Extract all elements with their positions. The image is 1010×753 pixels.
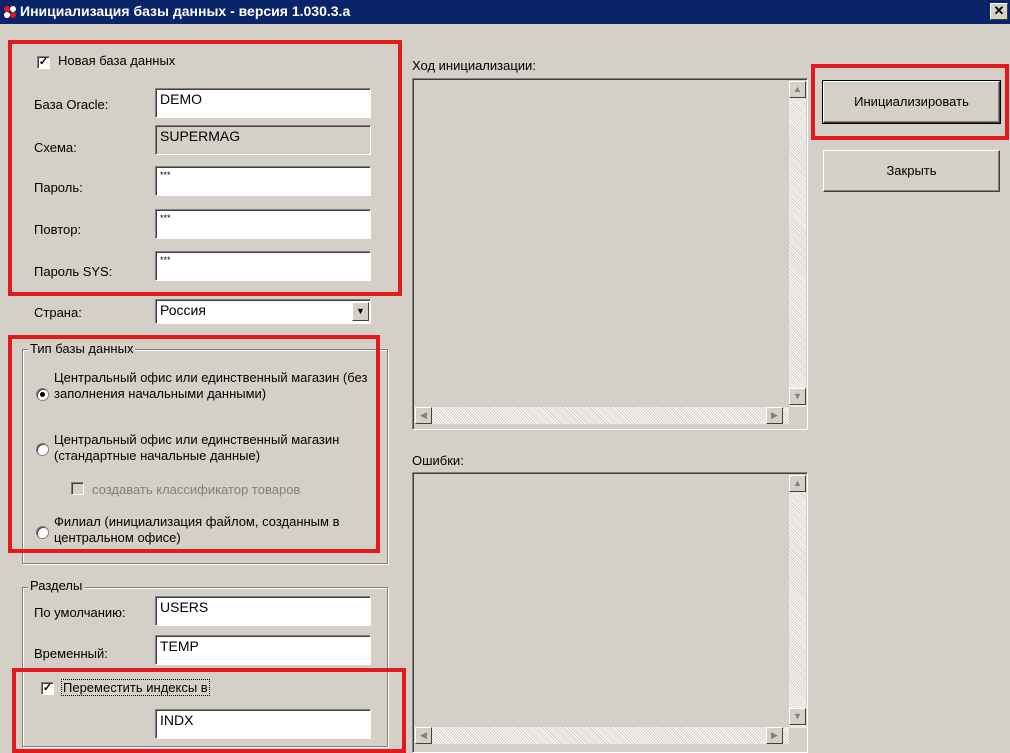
scroll-left-icon[interactable]: ◀ (415, 727, 432, 744)
errors-label: Ошибки: (412, 453, 464, 468)
chevron-down-icon[interactable]: ▼ (352, 302, 369, 321)
sys-password-input[interactable]: *** (155, 251, 371, 281)
window-title: Инициализация базы данных - версия 1.030… (20, 3, 351, 19)
scroll-right-icon[interactable]: ▶ (766, 407, 783, 424)
repeat-label: Повтор: (34, 222, 82, 237)
oracle-label: База Oracle: (34, 97, 109, 112)
oracle-input[interactable]: DEMO (155, 88, 371, 118)
scroll-down-icon[interactable]: ▼ (789, 708, 806, 725)
schema-input: SUPERMAG (155, 125, 371, 155)
close-button[interactable]: Закрыть (823, 150, 1000, 192)
progress-vscrollbar[interactable] (789, 81, 806, 407)
scroll-right-icon[interactable]: ▶ (766, 727, 783, 744)
scroll-up-icon[interactable]: ▲ (789, 475, 806, 492)
country-select[interactable]: Россия (155, 299, 371, 324)
radio-option-3[interactable] (36, 526, 49, 539)
progress-label: Ход инициализации: (412, 58, 536, 73)
scroll-down-icon[interactable]: ▼ (789, 388, 806, 405)
option-3-label: Филиал (инициализация файлом, созданным … (54, 514, 340, 545)
temp-label: Временный: (34, 646, 108, 661)
password-label: Пароль: (34, 180, 83, 195)
scroll-up-icon[interactable]: ▲ (789, 81, 806, 98)
default-input[interactable]: USERS (155, 596, 371, 626)
initialize-button[interactable]: Инициализировать (822, 80, 1001, 124)
option-2-label: Центральный офис или единственный магази… (54, 432, 340, 463)
indexes-input[interactable]: INDX (155, 709, 371, 739)
close-icon[interactable]: ✕ (990, 3, 1008, 20)
sections-group-title: Разделы (28, 578, 85, 593)
password-input[interactable]: *** (155, 166, 371, 196)
scroll-corner (789, 407, 806, 424)
option-1-label: Центральный офис или единственный магази… (54, 370, 368, 401)
classifier-label: создавать классификатор товаров (92, 482, 301, 497)
temp-input[interactable]: TEMP (155, 635, 371, 665)
errors-hscrollbar[interactable] (415, 727, 789, 744)
new-db-label: Новая база данных (58, 53, 176, 68)
app-icon (4, 6, 16, 18)
new-db-checkbox[interactable]: ✓ (37, 56, 50, 69)
country-label: Страна: (34, 305, 82, 320)
progress-log (412, 78, 808, 430)
move-indexes-label: Переместить индексы в (61, 679, 210, 696)
errors-log (412, 472, 808, 753)
scroll-left-icon[interactable]: ◀ (415, 407, 432, 424)
schema-label: Схема: (34, 140, 77, 155)
progress-hscrollbar[interactable] (415, 407, 789, 424)
repeat-input[interactable]: *** (155, 209, 371, 239)
default-label: По умолчанию: (34, 605, 126, 620)
classifier-checkbox[interactable] (71, 482, 84, 495)
radio-option-2[interactable] (36, 443, 49, 456)
errors-vscrollbar[interactable] (789, 475, 806, 728)
sys-password-label: Пароль SYS: (34, 264, 113, 279)
radio-option-1[interactable] (36, 388, 49, 401)
move-indexes-checkbox[interactable]: ✓ (41, 682, 54, 695)
